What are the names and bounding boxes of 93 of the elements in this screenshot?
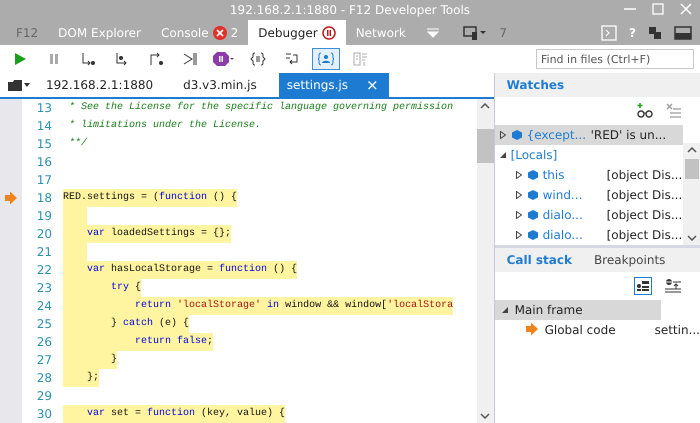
watch-value: [object Dis... [606,208,682,222]
exception-pause-icon [213,51,235,67]
line-number: 26 [36,334,53,351]
minimize-icon [624,8,636,10]
maximize-icon [652,3,664,15]
emulation-count: 7 [499,26,508,40]
line-number: 27 [36,352,53,369]
file-tab[interactable]: settings.js × [278,73,389,97]
error-icon [212,26,227,40]
dropdown-icon [426,28,440,38]
scroll-thumb[interactable] [476,129,494,163]
frame-list-icon [634,277,652,295]
code-line: **/ [68,136,88,151]
cube-icon [510,129,523,141]
watch-value: [object Dis... [606,168,682,182]
folder-icon [8,79,22,91]
scrollbar[interactable] [476,99,494,423]
line-number: 18 [36,190,53,207]
watch-name: this [542,168,566,182]
current-statement-arrow-icon [4,191,18,205]
line-number: 14 [36,118,53,135]
window-title: 192.168.2.1:1880 - F12 Developer Tools [230,3,470,17]
watch-name: dialo... [542,208,584,222]
monitor-icon [463,24,488,40]
search-field[interactable]: Find in files (Ctrl+F) [536,49,694,69]
cube-icon [526,169,539,181]
line-number: 16 [36,154,53,171]
cube-icon [526,229,539,241]
watch-name: wind... [542,188,584,202]
line-number: 17 [36,172,53,189]
step-out-icon [148,51,164,67]
watch-name: {except... [526,128,587,142]
line-number: 23 [36,280,53,297]
watch-value: [object Dis... [606,188,682,202]
watch-name: dialo... [542,228,584,242]
watch-row[interactable]: dialo... [object Dis... [494,205,683,225]
error-count: 2 [230,26,238,40]
scroll-thumb[interactable] [684,159,698,179]
scroll-up-icon [480,103,490,109]
document-lines-icon [352,51,368,67]
close-tab-button[interactable]: × [366,76,379,94]
code-line: * limitations under the License. [68,118,262,133]
frame-location: settin... [654,323,700,337]
tool-tab[interactable]: Debugger [248,20,346,45]
line-number: 24 [36,298,53,315]
break-worker-icon [182,51,198,67]
pane-tab[interactable]: Call stack [506,253,572,267]
add-watch-icon [636,103,654,119]
line-number: 19 [36,208,53,225]
line-number: 25 [36,316,53,333]
current-statement-arrow-icon [524,322,539,336]
line-number: 20 [36,226,53,243]
scrollbar[interactable] [683,143,700,245]
line-number: 15 [36,136,53,153]
frame-group-name: Main frame [514,303,583,317]
file-tab[interactable]: 192.168.2.1:1880 [38,73,164,97]
line-number: 22 [36,262,53,279]
line-number: 13 [36,100,53,117]
word-wrap-icon [284,51,300,67]
line-number: 28 [36,370,53,387]
undock-icon [648,26,662,40]
watch-value: [object Dis... [606,228,682,242]
delete-all-icon [666,103,682,119]
watch-row[interactable]: [Locals] [494,145,683,165]
watch-row[interactable]: wind... [object Dis... [494,185,683,205]
watch-row[interactable]: {except... 'RED' is un... [494,125,683,145]
watch-value: 'RED' is un... [590,128,666,142]
scroll-up-icon [686,147,696,153]
frame-name[interactable]: Global code [544,323,649,337]
braces-icon [250,51,266,67]
watch-name: [Locals] [510,148,558,162]
watch-row[interactable]: this [object Dis... [494,165,683,185]
scroll-down-icon [686,235,696,241]
cube-icon [526,189,539,201]
scroll-down-icon [480,413,490,419]
code-line: * See the License for the specific language governing permission [68,100,454,115]
pane-tab[interactable]: Breakpoints [594,253,666,267]
close-icon [680,3,692,15]
line-number: 30 [36,406,53,423]
frame-group-row[interactable]: Main frame [494,300,661,320]
person-document-icon [318,51,334,67]
caret-icon [24,83,30,87]
watch-row[interactable]: dialo... [object Dis... [494,225,683,245]
line-number: 21 [36,244,53,261]
play-icon [12,51,28,67]
line-number: 29 [36,388,53,405]
file-tab[interactable]: d3.v3.min.js [175,73,267,97]
dock-icon [674,26,692,40]
step-into-icon [80,51,96,67]
watches-title: Watches [506,78,564,92]
console-icon [601,24,618,40]
cube-icon [526,209,539,221]
show-frames-icon [664,278,682,294]
